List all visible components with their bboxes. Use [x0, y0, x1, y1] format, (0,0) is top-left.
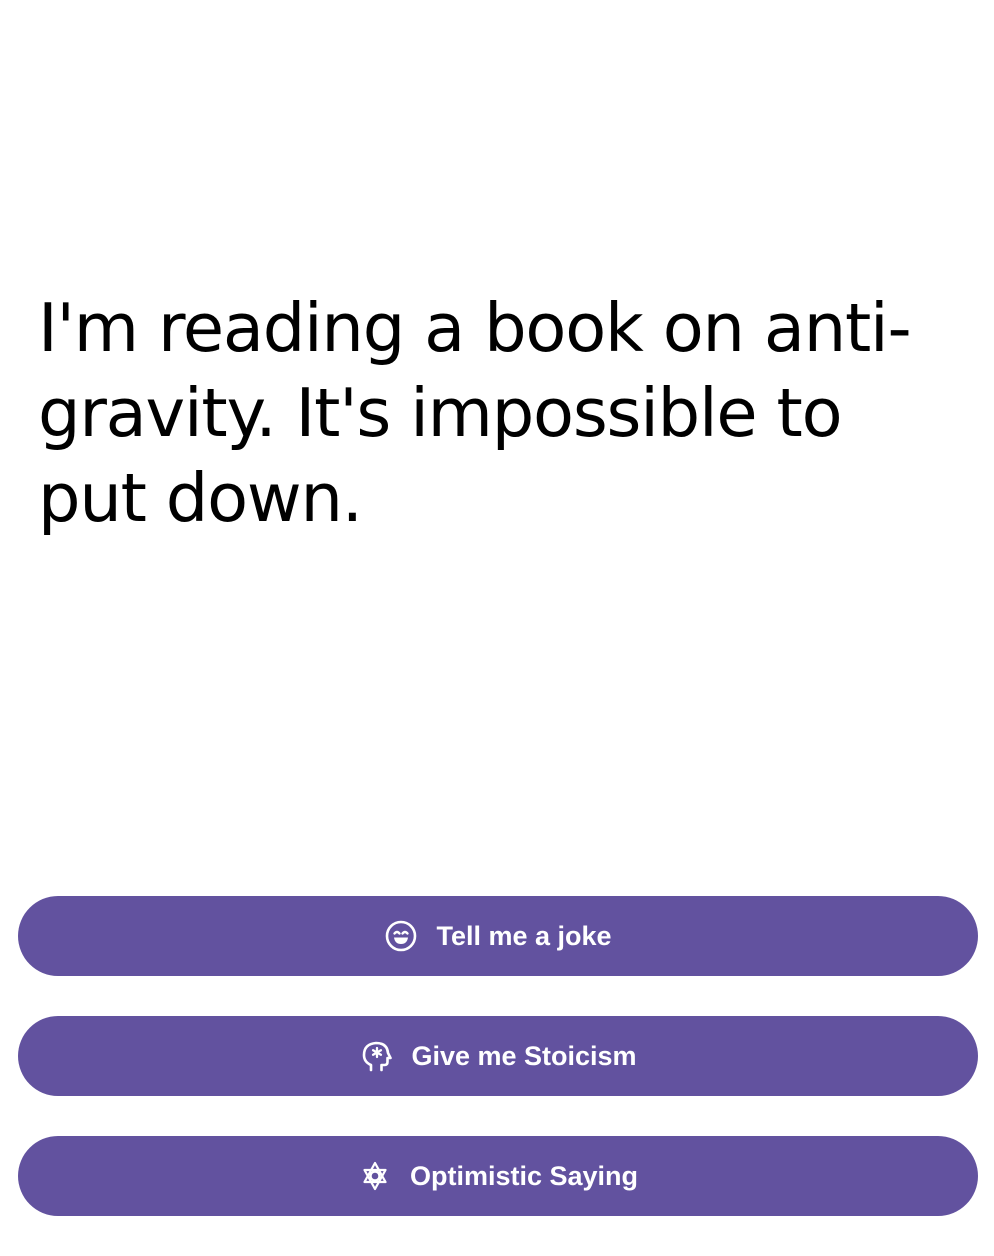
give-stoicism-label: Give me Stoicism	[411, 1040, 637, 1071]
joke-text: I'm reading a book on anti-gravity. It's…	[38, 289, 912, 537]
action-buttons: Tell me a joke Give me Stoicism Optimist…	[18, 896, 978, 1256]
optimistic-saying-button[interactable]: Optimistic Saying	[18, 1136, 978, 1216]
sun-star-icon	[358, 1159, 392, 1193]
tell-joke-label: Tell me a joke	[436, 920, 612, 951]
smile-icon	[384, 919, 418, 953]
tell-joke-button[interactable]: Tell me a joke	[18, 896, 978, 976]
give-stoicism-button[interactable]: Give me Stoicism	[18, 1016, 978, 1096]
optimistic-saying-label: Optimistic Saying	[409, 1160, 639, 1191]
head-mind-icon	[359, 1039, 393, 1073]
